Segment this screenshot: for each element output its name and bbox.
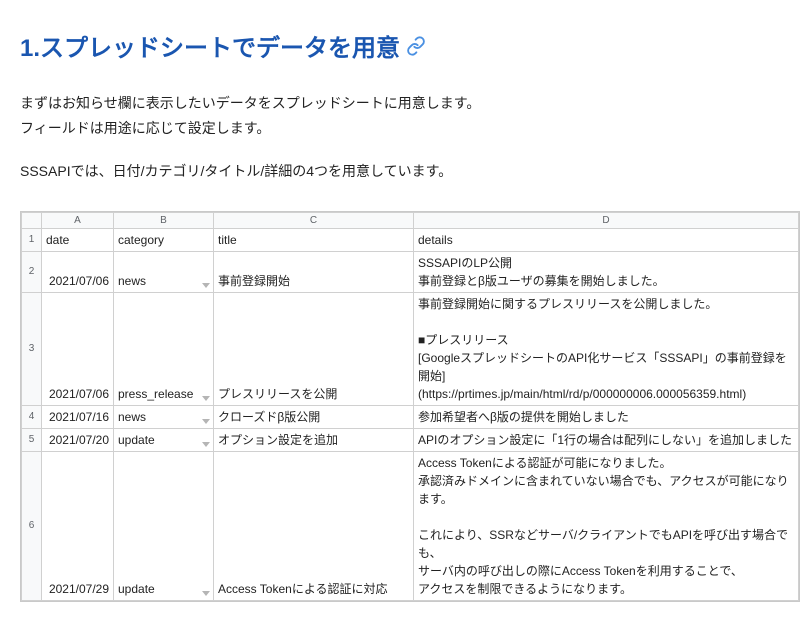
page-title-text: 1.スプレッドシートでデータを用意 [20,28,400,63]
intro-paragraph-2: SSSAPIでは、日付/カテゴリ/タイトル/詳細の4つを用意しています。 [20,159,790,184]
cell-details[interactable]: 参加希望者へβ版の提供を開始しました [414,405,799,428]
column-header[interactable]: D [414,212,799,228]
cell-title[interactable]: Access Tokenによる認証に対応 [214,451,414,600]
cell-title[interactable]: 事前登録開始 [214,251,414,292]
cell-title[interactable]: オプション設定を追加 [214,428,414,451]
cell-category[interactable]: news [114,251,214,292]
row-number[interactable]: 1 [22,228,42,251]
column-header[interactable]: B [114,212,214,228]
cell-category[interactable]: update [114,451,214,600]
cell-date-header[interactable]: date [42,228,114,251]
cell-details-header[interactable]: details [414,228,799,251]
chevron-down-icon[interactable] [202,396,210,401]
intro-paragraph-1: まずはお知らせ欄に表示したいデータをスプレッドシートに用意します。 フィールドは… [20,91,790,141]
column-header[interactable]: C [214,212,414,228]
cell-category[interactable]: update [114,428,214,451]
table-row: 6 2021/07/29 update Access Tokenによる認証に対応… [22,451,799,600]
column-header[interactable]: A [42,212,114,228]
row-number[interactable]: 6 [22,451,42,600]
page-title: 1.スプレッドシートでデータを用意 [20,28,790,63]
cell-date[interactable]: 2021/07/06 [42,292,114,405]
select-all-corner[interactable] [22,212,42,228]
cell-title-header[interactable]: title [214,228,414,251]
chevron-down-icon[interactable] [202,283,210,288]
cell-details[interactable]: 事前登録開始に関するプレスリリースを公開しました。 ■プレスリリース [Goog… [414,292,799,405]
cell-details[interactable]: APIのオプション設定に「1行の場合は配列にしない」を追加しました [414,428,799,451]
cell-category[interactable]: press_release [114,292,214,405]
table-row: 1 date category title details [22,228,799,251]
cell-date[interactable]: 2021/07/16 [42,405,114,428]
cell-category[interactable]: news [114,405,214,428]
table-row: 4 2021/07/16 news クローズドβ版公開 参加希望者へβ版の提供を… [22,405,799,428]
row-number[interactable]: 4 [22,405,42,428]
spreadsheet: A B C D 1 date category title details 2 … [20,211,800,602]
row-number[interactable]: 5 [22,428,42,451]
table-row: 3 2021/07/06 press_release プレスリリースを公開 事前… [22,292,799,405]
cell-date[interactable]: 2021/07/20 [42,428,114,451]
link-icon[interactable] [406,36,426,56]
row-number[interactable]: 3 [22,292,42,405]
table-row: 5 2021/07/20 update オプション設定を追加 APIのオプション… [22,428,799,451]
column-header-row: A B C D [22,212,799,228]
row-number[interactable]: 2 [22,251,42,292]
cell-details[interactable]: SSSAPIのLP公開 事前登録とβ版ユーザの募集を開始しました。 [414,251,799,292]
chevron-down-icon[interactable] [202,442,210,447]
cell-title[interactable]: クローズドβ版公開 [214,405,414,428]
cell-details[interactable]: Access Tokenによる認証が可能になりました。 承認済みドメインに含まれ… [414,451,799,600]
table-row: 2 2021/07/06 news 事前登録開始 SSSAPIのLP公開 事前登… [22,251,799,292]
chevron-down-icon[interactable] [202,591,210,596]
cell-date[interactable]: 2021/07/06 [42,251,114,292]
cell-date[interactable]: 2021/07/29 [42,451,114,600]
chevron-down-icon[interactable] [202,419,210,424]
cell-category-header[interactable]: category [114,228,214,251]
cell-title[interactable]: プレスリリースを公開 [214,292,414,405]
